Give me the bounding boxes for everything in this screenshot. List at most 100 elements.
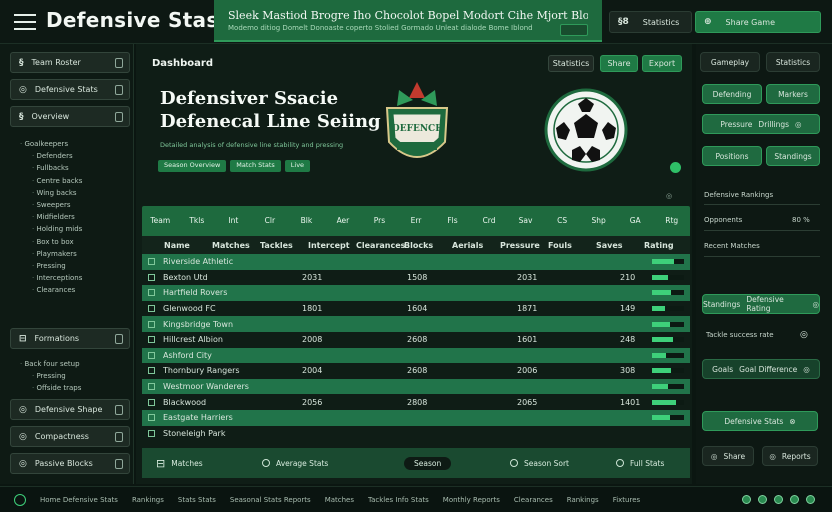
social-icon-5[interactable]: [806, 495, 815, 504]
table-row[interactable]: Glenwood FC 1801 1604 1871 149: [142, 300, 690, 317]
tree-item[interactable]: Pressing: [20, 370, 81, 382]
footer-link[interactable]: Seasonal Stats Reports: [230, 496, 311, 504]
positions-button[interactable]: Positions: [702, 146, 762, 166]
column-header[interactable]: Crd: [471, 216, 508, 226]
footer-season[interactable]: Season: [404, 456, 452, 470]
pressure-button[interactable]: Pressure Drillings ◎: [702, 114, 820, 134]
social-icon-3[interactable]: [774, 495, 783, 504]
share-game-button[interactable]: ⊕ Share Game: [695, 11, 821, 33]
more-icon[interactable]: ◎: [800, 330, 808, 340]
tag-live[interactable]: Live: [284, 160, 311, 172]
pill-export[interactable]: Export: [642, 55, 682, 72]
footer-link[interactable]: Tackles Info Stats: [368, 496, 429, 504]
tree-item[interactable]: Defenders: [20, 150, 82, 162]
statistics-button[interactable]: §8 Statistics: [609, 11, 692, 33]
defensive-stats-button[interactable]: Defensive Stats ⊗: [702, 411, 818, 431]
column-header[interactable]: Int: [215, 216, 252, 226]
sidebar-item-formations[interactable]: ⊟ Formations: [10, 328, 130, 349]
table-row[interactable]: Blackwood 2056 2808 2065 1401: [142, 394, 690, 410]
goals-panel-button[interactable]: Goals Goal Difference ◎: [702, 359, 820, 379]
row-checkbox[interactable]: [148, 351, 155, 359]
tag-season[interactable]: Season Overview: [158, 160, 227, 172]
tree-item[interactable]: Pressing: [20, 260, 82, 272]
footer-link[interactable]: Fixtures: [613, 496, 640, 504]
sidebar-item-overview[interactable]: § Overview: [10, 106, 130, 127]
column-header[interactable]: Fls: [434, 216, 471, 226]
footer-link[interactable]: Rankings: [132, 496, 164, 504]
tree-item[interactable]: Fullbacks: [20, 162, 82, 174]
footer-link[interactable]: Monthly Reports: [443, 496, 500, 504]
tree-item[interactable]: Box to box: [20, 236, 82, 248]
standings-panel-button[interactable]: Standings Defensive Rating ◎: [702, 294, 820, 314]
footer-link[interactable]: Home Defensive Stats: [40, 496, 118, 504]
column-header[interactable]: Err: [398, 216, 435, 226]
table-row[interactable]: Riverside Athletic: [142, 254, 690, 270]
row-checkbox[interactable]: [148, 258, 155, 266]
row-checkbox[interactable]: [148, 398, 155, 406]
row-checkbox[interactable]: [148, 305, 155, 313]
table-row[interactable]: Westmoor Wanderers: [142, 378, 690, 395]
column-header[interactable]: Sav: [507, 216, 544, 226]
row-checkbox[interactable]: [148, 367, 155, 375]
footer-full-stats[interactable]: Full Stats: [616, 459, 664, 468]
column-header[interactable]: Tkls: [179, 216, 216, 226]
column-header[interactable]: GA: [617, 216, 654, 226]
reports-button[interactable]: ◎ Reports: [762, 446, 818, 466]
tree-item[interactable]: Sweepers: [20, 199, 82, 211]
sidebar-item-compactness[interactable]: ◎ Compactness: [10, 426, 130, 447]
row-checkbox[interactable]: [148, 429, 155, 437]
sidebar-item-passive-blocks[interactable]: ◎ Passive Blocks: [10, 453, 130, 474]
info-icon[interactable]: ◎: [666, 192, 672, 200]
tree-item[interactable]: Goalkeepers: [20, 138, 82, 150]
pill-share[interactable]: Share: [600, 55, 638, 72]
footer-link[interactable]: Stats Stats: [178, 496, 216, 504]
row-checkbox[interactable]: [148, 273, 155, 281]
table-row[interactable]: Thornbury Rangers 2004 2608 2006 308: [142, 363, 690, 379]
tree-item[interactable]: Back four setup: [20, 358, 81, 370]
sidebar-item-defensive-shape[interactable]: ◎ Defensive Shape: [10, 399, 130, 420]
row-checkbox[interactable]: [148, 320, 155, 328]
table-row[interactable]: Hillcrest Albion 2008 2608 1601 248: [142, 331, 690, 348]
tree-item[interactable]: Playmakers: [20, 248, 82, 260]
column-header[interactable]: Shp: [580, 216, 617, 226]
table-row[interactable]: Eastgate Harriers: [142, 409, 690, 426]
footer-matches[interactable]: ⊟ Matches: [156, 457, 203, 470]
table-row[interactable]: Kingsbridge Town: [142, 316, 690, 332]
tag-match[interactable]: Match Stats: [230, 160, 281, 172]
footer-average[interactable]: Average Stats: [262, 459, 328, 468]
sidebar-item-defensive-stats[interactable]: ◎ Defensive Stats: [10, 79, 130, 100]
right-statistics-button[interactable]: Statistics: [766, 52, 820, 72]
row-checkbox[interactable]: [148, 289, 155, 297]
social-icon-1[interactable]: [742, 495, 751, 504]
right-share-button[interactable]: ◎ Share: [702, 446, 754, 466]
column-header[interactable]: Rtg: [653, 216, 690, 226]
menu-icon[interactable]: [14, 14, 36, 30]
table-row[interactable]: Hartfield Rovers: [142, 285, 690, 301]
column-header[interactable]: Clr: [252, 216, 289, 226]
footer-season-sort[interactable]: Season Sort: [510, 459, 569, 468]
table-row[interactable]: Stoneleigh Park: [142, 425, 690, 442]
tree-item[interactable]: Wing backs: [20, 187, 82, 199]
column-header[interactable]: Team: [142, 216, 179, 226]
footer-link[interactable]: Matches: [325, 496, 354, 504]
defending-button[interactable]: Defending: [702, 84, 762, 104]
column-header[interactable]: Blk: [288, 216, 325, 226]
row-checkbox[interactable]: [148, 414, 155, 422]
table-row[interactable]: Ashford City: [142, 347, 690, 364]
column-header[interactable]: Aer: [325, 216, 362, 226]
tree-item[interactable]: Interceptions: [20, 272, 82, 284]
footer-link[interactable]: Rankings: [567, 496, 599, 504]
table-row[interactable]: Bexton Utd 2031 1508 2031 210: [142, 269, 690, 286]
tree-item[interactable]: Centre backs: [20, 175, 82, 187]
pill-statistics[interactable]: Statistics: [548, 55, 594, 72]
column-header[interactable]: CS: [544, 216, 581, 226]
standings-button[interactable]: Standings: [766, 146, 820, 166]
banner-button[interactable]: [560, 24, 588, 36]
gameplay-button[interactable]: Gameplay: [700, 52, 760, 72]
footer-link[interactable]: Clearances: [514, 496, 553, 504]
row-checkbox[interactable]: [148, 383, 155, 391]
tree-item[interactable]: Offside traps: [20, 382, 81, 394]
sidebar-item-roster[interactable]: § Team Roster: [10, 52, 130, 73]
social-icon-4[interactable]: [790, 495, 799, 504]
tree-item[interactable]: Clearances: [20, 284, 82, 296]
